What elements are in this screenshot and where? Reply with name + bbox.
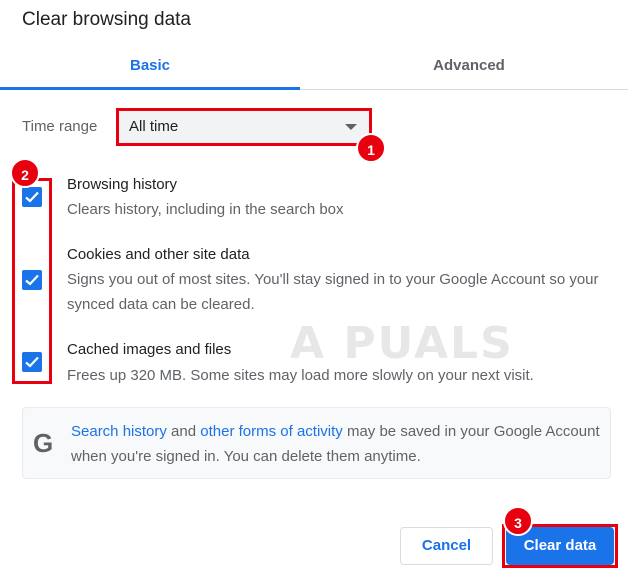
annotation-badge-3: 3 xyxy=(503,506,533,536)
annotation-box-2 xyxy=(12,178,52,384)
info-text: Search history and other forms of activi… xyxy=(71,419,601,469)
active-tab-indicator xyxy=(0,87,300,90)
item-title-browsing-history: Browsing history xyxy=(67,176,178,193)
watermark-logo: A PUALS xyxy=(290,318,514,369)
info-box: G Search history and other forms of acti… xyxy=(22,407,611,479)
annotation-box-1 xyxy=(116,108,372,146)
tab-advanced[interactable]: Advanced xyxy=(310,46,628,90)
item-desc-browsing-history: Clears history, including in the search … xyxy=(67,201,344,218)
other-activity-link[interactable]: other forms of activity xyxy=(200,423,343,440)
dialog-title: Clear browsing data xyxy=(22,9,191,30)
item-title-cached-images: Cached images and files xyxy=(67,341,232,358)
item-desc-cookies: Signs you out of most sites. You'll stay… xyxy=(67,271,599,313)
tab-basic[interactable]: Basic xyxy=(0,46,300,90)
google-g-icon: G xyxy=(33,428,54,458)
annotation-badge-1: 1 xyxy=(356,133,386,163)
annotation-badge-2: 2 xyxy=(10,158,40,188)
tab-bar: Basic Advanced xyxy=(0,46,628,90)
search-history-link[interactable]: Search history xyxy=(71,423,167,440)
time-range-label: Time range xyxy=(22,118,98,135)
item-title-cookies: Cookies and other site data xyxy=(67,246,250,263)
info-text-part1: and xyxy=(166,423,201,440)
cancel-button[interactable]: Cancel xyxy=(400,527,493,565)
